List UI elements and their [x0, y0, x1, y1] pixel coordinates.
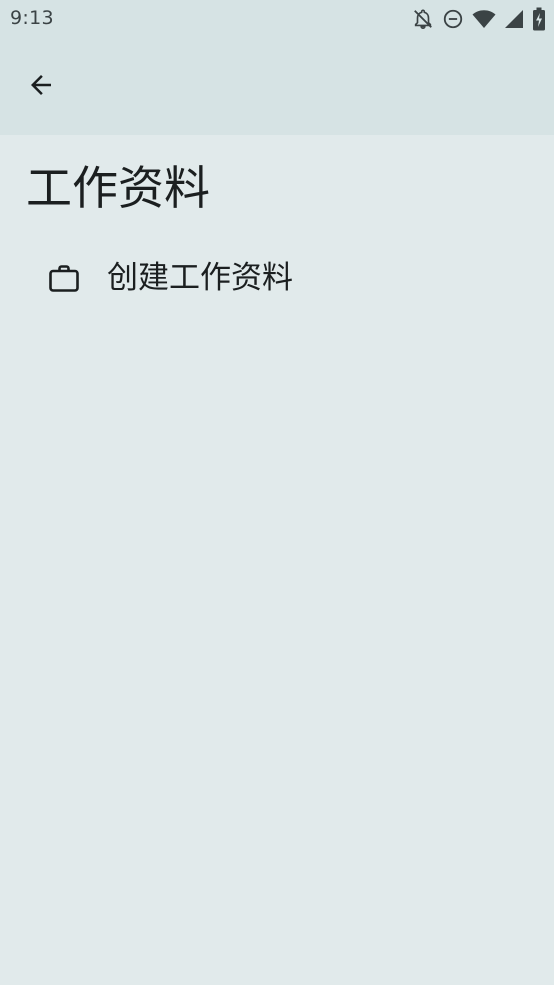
- battery-charging-icon: [532, 7, 546, 31]
- list-item-label: 创建工作资料: [107, 260, 293, 296]
- status-icons: [412, 6, 546, 32]
- notifications-off-icon: [412, 8, 434, 30]
- status-time: 9:13: [10, 7, 54, 29]
- top-app-area: 9:13: [0, 0, 554, 135]
- do-not-disturb-icon: [442, 8, 464, 30]
- back-button[interactable]: [18, 64, 64, 110]
- wifi-icon: [472, 8, 496, 30]
- create-work-profile-item[interactable]: 创建工作资料: [0, 240, 554, 318]
- cellular-signal-icon: [504, 9, 524, 29]
- status-bar: 9:13: [0, 0, 554, 38]
- briefcase-icon: [47, 262, 81, 296]
- arrow-back-icon: [26, 70, 56, 104]
- page-title: 工作资料: [26, 161, 210, 215]
